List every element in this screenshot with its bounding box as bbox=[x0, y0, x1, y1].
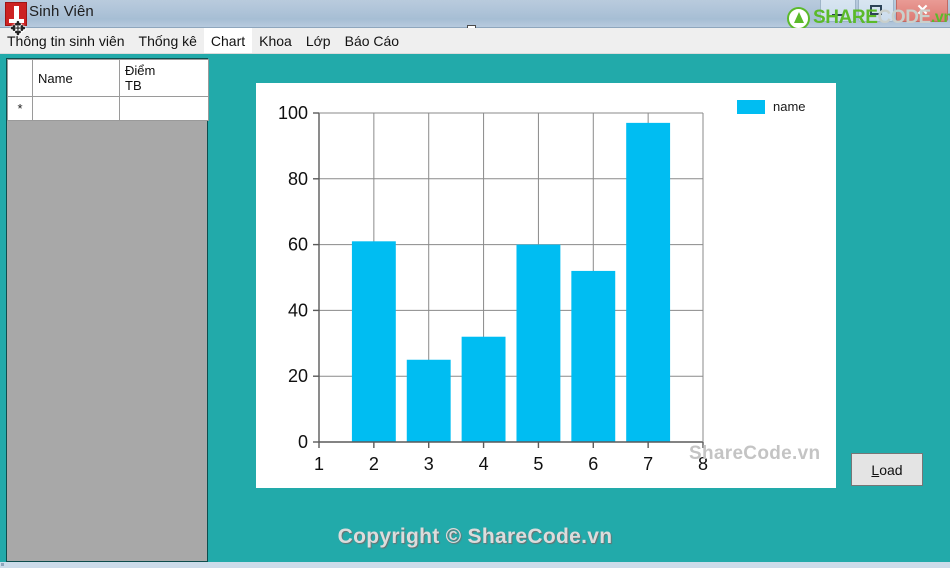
new-row-asterisk-icon: * bbox=[17, 101, 23, 116]
maximize-button[interactable] bbox=[858, 0, 894, 22]
load-button-accesskey: L bbox=[871, 461, 880, 478]
menu-item-chart[interactable]: Chart bbox=[203, 28, 253, 53]
x-axis-tick-label: 3 bbox=[424, 454, 434, 474]
chart-bar bbox=[626, 122, 671, 442]
menu-item-bao-cao[interactable]: Báo Cáo bbox=[338, 28, 406, 53]
legend-label-name: name bbox=[773, 99, 806, 114]
y-axis-tick-label: 60 bbox=[288, 235, 308, 255]
minimize-button[interactable] bbox=[820, 0, 856, 22]
window-controls: ✕ bbox=[820, 0, 948, 22]
window-title: Sinh Viên bbox=[29, 3, 94, 20]
x-axis-tick-label: 2 bbox=[369, 454, 379, 474]
y-axis-tick-label: 40 bbox=[288, 300, 308, 320]
desktop-pixel-marker bbox=[1, 563, 4, 566]
application-window: Sinh Viên ✕ SHARE CODE .vn Thông tin sin… bbox=[0, 0, 950, 562]
x-axis-tick-label: 6 bbox=[588, 454, 598, 474]
column-header-diem-tb[interactable]: Điểm TB bbox=[119, 59, 209, 97]
menu-item-khoa[interactable]: Khoa bbox=[252, 28, 299, 53]
chart-bar bbox=[406, 359, 451, 442]
chart-panel: 0 20 40 60 80 100 1 2 3 4 5 6 7 8 name ShareCode.vn bbox=[256, 83, 836, 488]
app-icon bbox=[5, 2, 27, 26]
close-button[interactable]: ✕ bbox=[896, 0, 948, 22]
chart-bar bbox=[461, 336, 506, 442]
x-axis-tick-label: 8 bbox=[698, 454, 708, 474]
menu-item-thong-ke[interactable]: Thống kê bbox=[132, 28, 204, 53]
load-button[interactable]: Load bbox=[851, 453, 923, 486]
sharecode-logo-icon bbox=[787, 6, 810, 30]
x-axis-tick-label: 4 bbox=[479, 454, 489, 474]
chart-bar bbox=[516, 244, 561, 442]
chart-bar bbox=[351, 241, 396, 442]
new-row-cell-diem-tb[interactable] bbox=[119, 96, 209, 121]
desktop-strip bbox=[0, 562, 950, 568]
chart-bar bbox=[571, 270, 616, 442]
x-axis-tick-label: 7 bbox=[643, 454, 653, 474]
y-axis-tick-label: 0 bbox=[298, 432, 308, 452]
x-axis-tick-label: 1 bbox=[314, 454, 324, 474]
new-row-cell-name[interactable] bbox=[32, 96, 120, 121]
y-axis-tick-label: 100 bbox=[278, 103, 308, 123]
data-grid-new-row[interactable]: * bbox=[7, 96, 209, 121]
column-header-name[interactable]: Name bbox=[32, 59, 120, 97]
data-grid-table: Name Điểm TB * bbox=[7, 59, 209, 121]
legend-swatch-name bbox=[737, 99, 765, 114]
column-header-diem-tb-line1: Điểm bbox=[125, 63, 156, 78]
column-header-diem-tb-line2: TB bbox=[125, 78, 142, 93]
app-icon-glyph-vertical bbox=[14, 6, 19, 19]
data-grid-header-row: Name Điểm TB bbox=[7, 59, 209, 97]
y-axis-tick-label: 20 bbox=[288, 366, 308, 386]
y-axis-tick-label: 80 bbox=[288, 169, 308, 189]
maximize-icon bbox=[870, 5, 882, 15]
close-icon: ✕ bbox=[916, 2, 929, 19]
column-header-row-selector[interactable] bbox=[7, 59, 33, 97]
title-bar: Sinh Viên ✕ SHARE CODE .vn bbox=[0, 0, 950, 30]
load-button-label-rest: oad bbox=[879, 461, 903, 478]
bar-chart: 0 20 40 60 80 100 1 2 3 4 5 6 7 8 bbox=[278, 103, 708, 474]
app-icon-glyph-horizontal bbox=[9, 19, 24, 23]
menu-item-lop[interactable]: Lớp bbox=[299, 28, 338, 53]
chart-legend: name bbox=[737, 99, 806, 114]
menu-strip: Thông tin sinh viên Thống kê Chart Khoa … bbox=[0, 28, 950, 54]
new-row-marker-cell[interactable]: * bbox=[7, 96, 33, 121]
student-data-grid[interactable]: Name Điểm TB * bbox=[6, 58, 209, 562]
minimize-icon bbox=[832, 14, 844, 16]
menu-item-thong-tin-sinh-vien[interactable]: Thông tin sinh viên bbox=[0, 28, 132, 53]
x-axis-tick-label: 5 bbox=[533, 454, 543, 474]
